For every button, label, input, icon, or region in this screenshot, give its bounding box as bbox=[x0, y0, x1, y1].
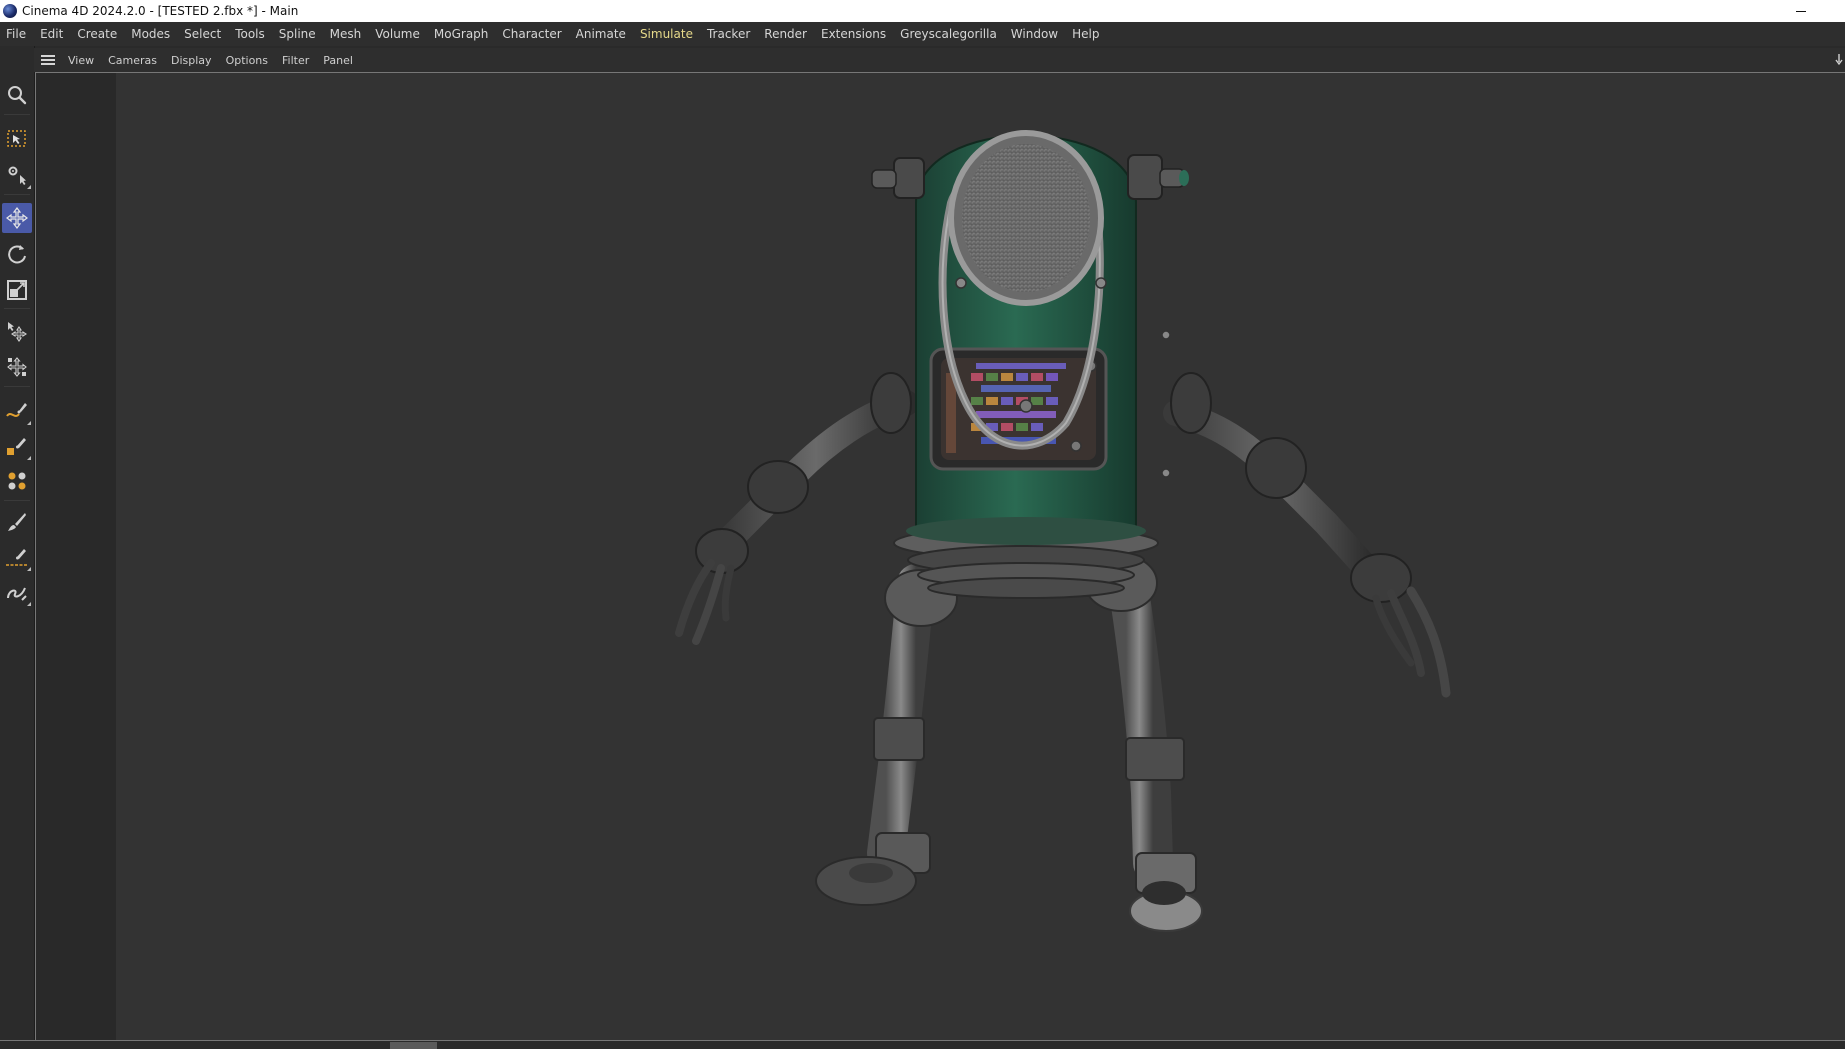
menu-extensions[interactable]: Extensions bbox=[814, 22, 893, 46]
brush-tool[interactable] bbox=[2, 507, 32, 537]
gear-cursor-icon bbox=[8, 166, 26, 185]
menu-window[interactable]: Window bbox=[1004, 22, 1065, 46]
cinema4d-logo-icon bbox=[3, 4, 17, 18]
object-pen-tool[interactable] bbox=[2, 431, 32, 461]
sketch-tool[interactable] bbox=[2, 577, 32, 607]
window-title: Cinema 4D 2024.2.0 - [TESTED 2.fbx *] - … bbox=[22, 4, 299, 18]
viewport-menu-options[interactable]: Options bbox=[219, 54, 275, 67]
move-tool[interactable] bbox=[2, 203, 32, 233]
viewport-menu-view[interactable]: View bbox=[61, 54, 101, 67]
viewport-header: View Cameras Display Options Filter Pane… bbox=[34, 48, 1845, 72]
spline-pen-icon bbox=[6, 403, 27, 417]
3d-viewport[interactable] bbox=[35, 72, 1845, 1041]
move-arrows-icon bbox=[6, 207, 28, 229]
robot-model bbox=[675, 130, 1451, 932]
brush-icon bbox=[8, 513, 26, 531]
placement-tool[interactable] bbox=[2, 316, 32, 346]
scale-icon bbox=[7, 280, 27, 300]
menu-character[interactable]: Character bbox=[495, 22, 568, 46]
menu-create[interactable]: Create bbox=[70, 22, 124, 46]
viewport-menu-panel[interactable]: Panel bbox=[316, 54, 360, 67]
viewport-menu-filter[interactable]: Filter bbox=[275, 54, 316, 67]
menu-modes[interactable]: Modes bbox=[124, 22, 177, 46]
viewport-menu-display[interactable]: Display bbox=[164, 54, 219, 67]
generators-icon bbox=[8, 472, 26, 490]
menu-mesh[interactable]: Mesh bbox=[323, 22, 369, 46]
scale-tool[interactable] bbox=[2, 275, 32, 305]
zoom-tool[interactable] bbox=[2, 80, 32, 110]
menu-greyscalegorilla[interactable]: Greyscalegorilla bbox=[893, 22, 1004, 46]
menu-animate[interactable]: Animate bbox=[569, 22, 633, 46]
live-selection-tool[interactable] bbox=[2, 160, 32, 190]
hamburger-icon[interactable] bbox=[41, 55, 55, 65]
line-pen-tool[interactable] bbox=[2, 542, 32, 572]
menu-tools[interactable]: Tools bbox=[228, 22, 272, 46]
menu-simulate[interactable]: Simulate bbox=[633, 22, 700, 46]
tool-palette bbox=[0, 46, 35, 1046]
menu-help[interactable]: Help bbox=[1065, 22, 1106, 46]
title-bar: Cinema 4D 2024.2.0 - [TESTED 2.fbx *] - … bbox=[0, 0, 1845, 22]
line-pen-icon bbox=[6, 549, 28, 566]
transform-icon bbox=[7, 357, 27, 377]
minimize-icon[interactable] bbox=[1791, 0, 1811, 22]
spline-pen-tool[interactable] bbox=[2, 396, 32, 426]
transform-tool[interactable] bbox=[2, 352, 32, 382]
object-pen-icon bbox=[7, 438, 26, 455]
viewport-menu-cameras[interactable]: Cameras bbox=[101, 54, 164, 67]
menu-volume[interactable]: Volume bbox=[368, 22, 427, 46]
menu-bar: File Edit Create Modes Select Tools Spli… bbox=[0, 22, 1845, 46]
sketch-icon bbox=[7, 587, 27, 601]
menu-edit[interactable]: Edit bbox=[33, 22, 70, 46]
rectangle-select-tool[interactable] bbox=[2, 124, 32, 154]
rectangle-selection-icon bbox=[7, 130, 26, 147]
pin-icon[interactable] bbox=[1835, 54, 1843, 66]
menu-tracker[interactable]: Tracker bbox=[700, 22, 757, 46]
menu-select[interactable]: Select bbox=[177, 22, 228, 46]
generators-tool[interactable] bbox=[2, 466, 32, 496]
menu-file[interactable]: File bbox=[0, 22, 33, 46]
magnifier-icon bbox=[8, 86, 27, 105]
menu-render[interactable]: Render bbox=[757, 22, 814, 46]
rotate-icon bbox=[8, 245, 26, 264]
placement-arrows-icon bbox=[8, 322, 27, 342]
rotate-tool[interactable] bbox=[2, 239, 32, 269]
menu-mograph[interactable]: MoGraph bbox=[427, 22, 496, 46]
menu-spline[interactable]: Spline bbox=[272, 22, 323, 46]
